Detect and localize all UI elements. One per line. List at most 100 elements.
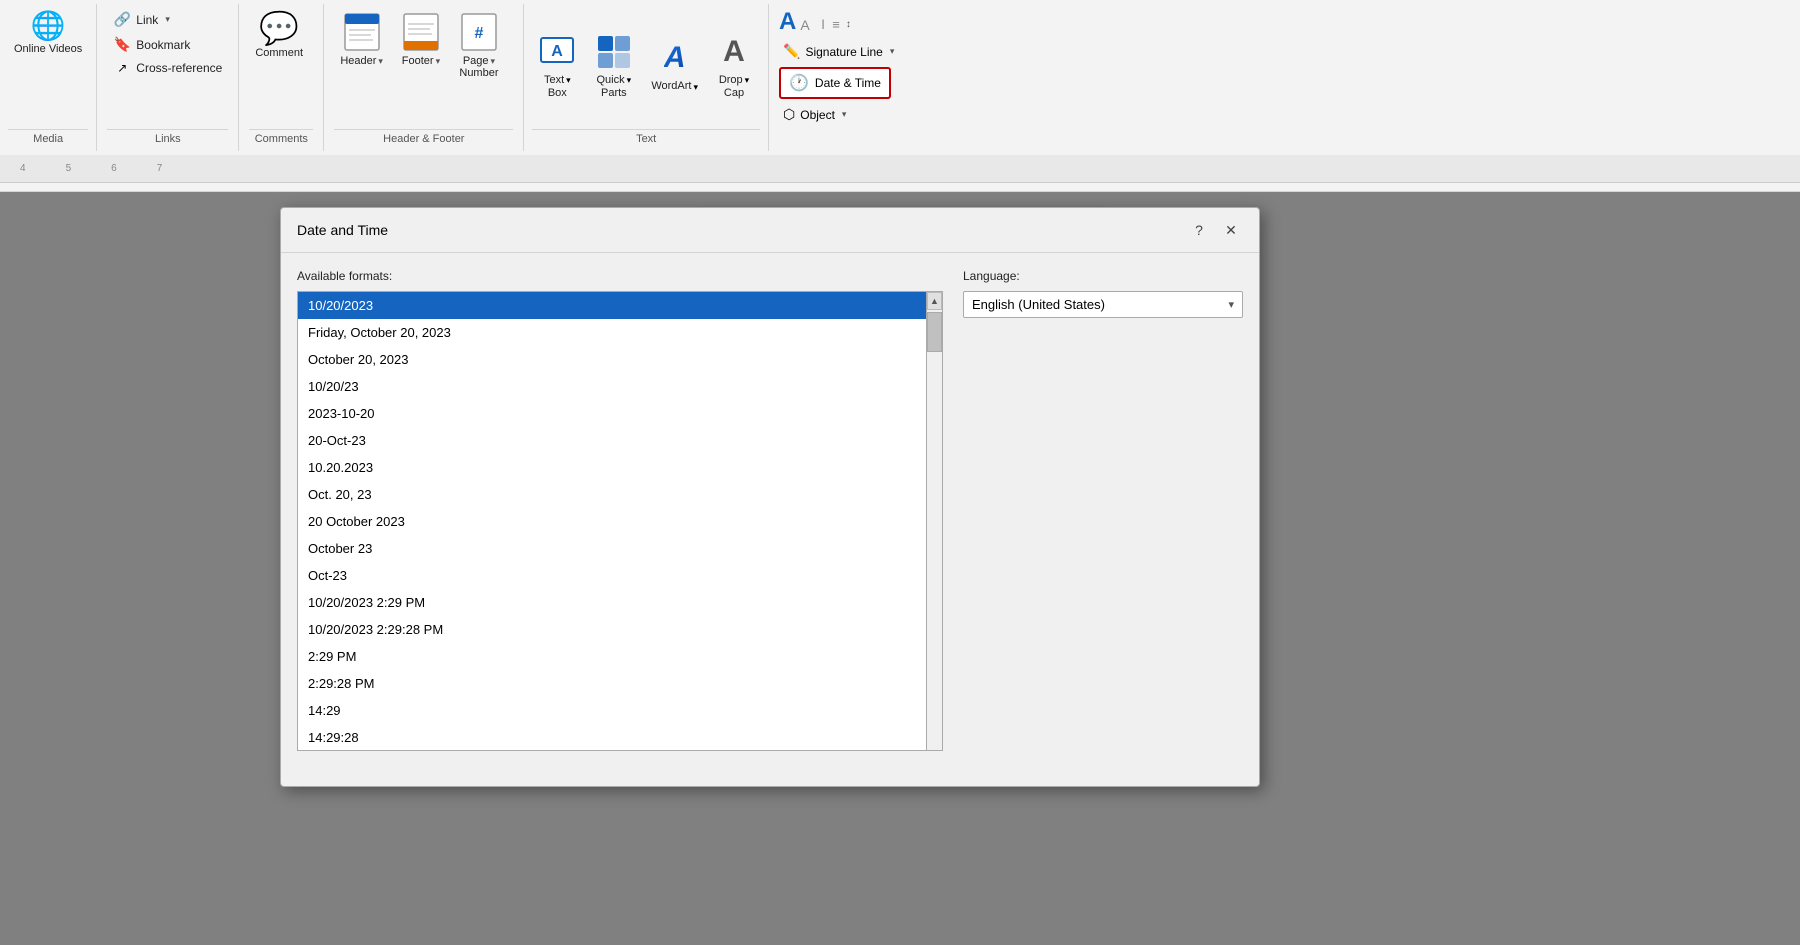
ruler: 4 5 6 7: [0, 155, 1800, 183]
format-item-10[interactable]: Oct-23: [298, 562, 926, 589]
font-size-small-icon: A: [800, 17, 809, 33]
format-item-3[interactable]: 10/20/23: [298, 373, 926, 400]
header-button[interactable]: Header ▾: [334, 8, 389, 72]
quick-parts-arrow: ▾: [627, 75, 632, 86]
comments-buttons: 💬 Comment: [249, 8, 313, 125]
format-item-7[interactable]: Oct. 20, 23: [298, 481, 926, 508]
links-buttons: 🔗 Link ▾ 🔖 Bookmark ↗ Cross-reference: [107, 8, 228, 125]
dialog-help-button[interactable]: ?: [1187, 218, 1211, 242]
language-label: Language:: [963, 269, 1243, 283]
comment-button[interactable]: 💬 Comment: [249, 8, 309, 64]
header-svg: [343, 12, 381, 52]
wordart-arrow: ▾: [693, 82, 698, 93]
footer-button[interactable]: Footer ▾: [395, 8, 447, 72]
scrollbar-up-button[interactable]: ▲: [927, 292, 942, 310]
date-time-dialog: Date and Time ? ✕ Available formats: 10/…: [280, 207, 1260, 787]
media-buttons: 🌐 Online Videos: [8, 8, 88, 125]
right-buttons: A A | ≡ ↕ ✏️ Signature Line ▾ 🕐 Date & T…: [779, 8, 979, 147]
drop-cap-label2: Cap: [724, 87, 744, 100]
group-right: A A | ≡ ↕ ✏️ Signature Line ▾ 🕐 Date & T…: [769, 4, 989, 151]
paragraph-spacing-icon: ≡: [832, 17, 840, 32]
dialog-overlay: Date and Time ? ✕ Available formats: 10/…: [0, 192, 1800, 945]
group-links: 🔗 Link ▾ 🔖 Bookmark ↗ Cross-reference Li…: [97, 4, 239, 151]
object-button[interactable]: ⬡ Object ▾: [779, 103, 979, 126]
svg-text:#: #: [474, 25, 483, 42]
link-arrow: ▾: [165, 14, 170, 25]
group-header-footer: Header ▾: [324, 4, 524, 151]
group-comments: 💬 Comment Comments: [239, 4, 324, 151]
font-size-row: A A | ≡ ↕: [779, 8, 851, 36]
online-videos-icon: 🌐: [31, 12, 66, 40]
bookmark-label: Bookmark: [136, 38, 190, 52]
language-value: English (United States): [972, 297, 1105, 312]
text-box-svg: A: [539, 34, 575, 70]
page-number-btn-container: # Page ▾ Number: [453, 8, 505, 84]
cross-ref-label: Cross-reference: [136, 61, 222, 75]
comments-label: Comments: [249, 129, 313, 147]
page-number-label2: Number: [459, 67, 498, 80]
available-formats-label: Available formats:: [297, 269, 943, 283]
format-item-15[interactable]: 14:29: [298, 697, 926, 724]
format-item-6[interactable]: 10.20.2023: [298, 454, 926, 481]
footer-arrow: ▾: [436, 56, 441, 67]
text-label: Text: [532, 129, 760, 147]
signature-line-button[interactable]: ✏️ Signature Line ▾: [779, 40, 979, 63]
footer-btn-container: Footer ▾: [395, 8, 447, 72]
online-videos-button[interactable]: 🌐 Online Videos: [8, 8, 88, 60]
link-icon: 🔗: [113, 11, 131, 28]
link-button[interactable]: 🔗 Link ▾: [107, 8, 228, 31]
format-item-14[interactable]: 2:29:28 PM: [298, 670, 926, 697]
header-footer-label: Header & Footer: [334, 129, 513, 147]
format-item-12[interactable]: 10/20/2023 2:29:28 PM: [298, 616, 926, 643]
text-box-arrow: ▾: [566, 75, 571, 86]
cross-reference-button[interactable]: ↗ Cross-reference: [107, 58, 228, 78]
text-box-label2: Box: [548, 87, 567, 100]
page-number-arrow: ▾: [491, 56, 496, 67]
object-label: Object: [800, 108, 835, 122]
bookmark-icon: 🔖: [113, 36, 131, 53]
format-item-2[interactable]: October 20, 2023: [298, 346, 926, 373]
link-label: Link: [136, 13, 158, 27]
header-arrow: ▾: [378, 56, 383, 67]
signature-line-label: Signature Line: [805, 45, 882, 59]
wordart-button[interactable]: A WordArt ▾: [645, 35, 704, 97]
wordart-label-row: WordArt ▾: [651, 80, 698, 93]
formats-list[interactable]: 10/20/2023Friday, October 20, 2023Octobe…: [297, 291, 927, 751]
group-text: A Text ▾ Box: [524, 4, 769, 151]
line-spacing-icon: ↕: [846, 19, 851, 30]
dialog-controls: ? ✕: [1187, 218, 1243, 242]
page-number-icon: #: [459, 12, 499, 52]
format-item-4[interactable]: 2023-10-20: [298, 400, 926, 427]
dialog-close-button[interactable]: ✕: [1219, 218, 1243, 242]
footer-icon: [401, 12, 441, 52]
quick-parts-icon: [595, 33, 633, 71]
links-label: Links: [107, 129, 228, 147]
date-time-button[interactable]: 🕐 Date & Time: [779, 67, 891, 99]
media-label: Media: [8, 129, 88, 147]
format-item-0[interactable]: 10/20/2023: [298, 292, 926, 319]
text-box-button[interactable]: A Text ▾ Box: [532, 29, 582, 103]
header-label-row: Header ▾: [340, 55, 383, 68]
format-item-9[interactable]: October 23: [298, 535, 926, 562]
header-btn-container: Header ▾: [334, 8, 389, 72]
ribbon: 🌐 Online Videos Media 🔗 Link ▾ 🔖 Bookmar…: [0, 0, 1800, 192]
format-item-16[interactable]: 14:29:28: [298, 724, 926, 751]
quick-parts-button[interactable]: Quick ▾ Parts: [586, 29, 641, 103]
format-item-11[interactable]: 10/20/2023 2:29 PM: [298, 589, 926, 616]
format-item-13[interactable]: 2:29 PM: [298, 643, 926, 670]
ruler-mark-7: 7: [157, 163, 163, 174]
drop-cap-icon: A: [715, 33, 753, 71]
language-select[interactable]: English (United States) ▾: [963, 291, 1243, 318]
dialog-titlebar: Date and Time ? ✕: [281, 208, 1259, 253]
format-item-1[interactable]: Friday, October 20, 2023: [298, 319, 926, 346]
language-dropdown-arrow: ▾: [1228, 298, 1234, 311]
drop-cap-button[interactable]: A Drop ▾ Cap: [708, 29, 760, 103]
scrollbar[interactable]: ▲: [927, 291, 943, 751]
format-item-8[interactable]: 20 October 2023: [298, 508, 926, 535]
footer-label-row: Footer ▾: [402, 55, 440, 68]
scrollbar-thumb[interactable]: [927, 312, 942, 352]
ruler-mark-4: 4: [20, 163, 26, 174]
bookmark-button[interactable]: 🔖 Bookmark: [107, 33, 228, 56]
page-number-button[interactable]: # Page ▾ Number: [453, 8, 505, 84]
format-item-5[interactable]: 20-Oct-23: [298, 427, 926, 454]
